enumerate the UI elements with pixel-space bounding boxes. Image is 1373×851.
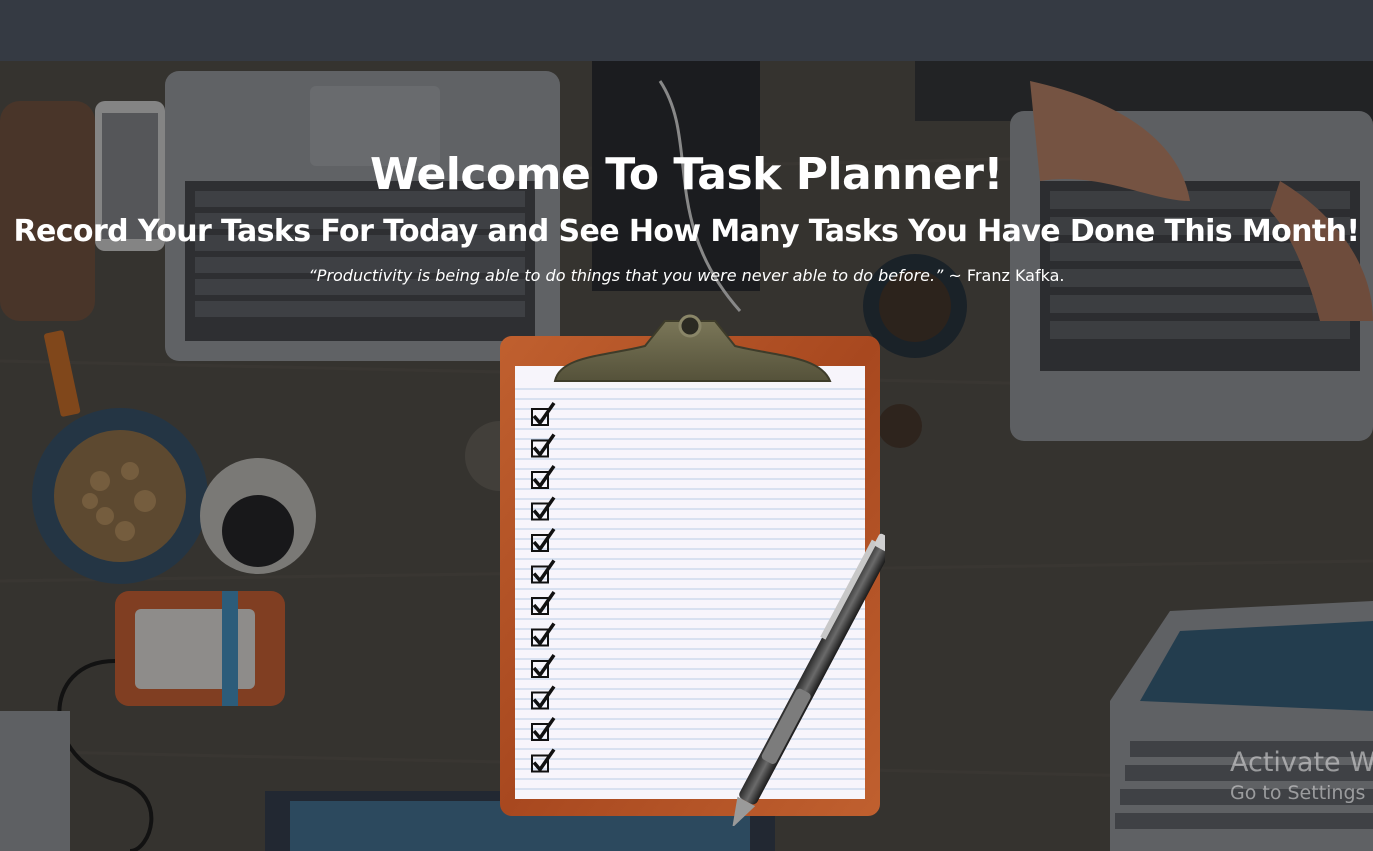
clipboard-checklist-illustration (500, 314, 885, 826)
page-subtitle: Record Your Tasks For Today and See How … (13, 214, 1361, 249)
page-title: Welcome To Task Planner! (369, 149, 1004, 200)
watermark-subtitle: Go to Settings (1230, 782, 1366, 804)
quote-author: ~ Franz Kafka. (943, 266, 1065, 285)
activate-windows-watermark: Activate W Go to Settings (1230, 747, 1373, 804)
quote: “Productivity is being able to do things… (0, 266, 1373, 285)
quote-text: “Productivity is being able to do things… (308, 266, 944, 285)
watermark-title: Activate W (1230, 747, 1373, 778)
top-navbar (0, 0, 1373, 61)
hero-section: Welcome To Task Planner! Record Your Tas… (0, 61, 1373, 851)
